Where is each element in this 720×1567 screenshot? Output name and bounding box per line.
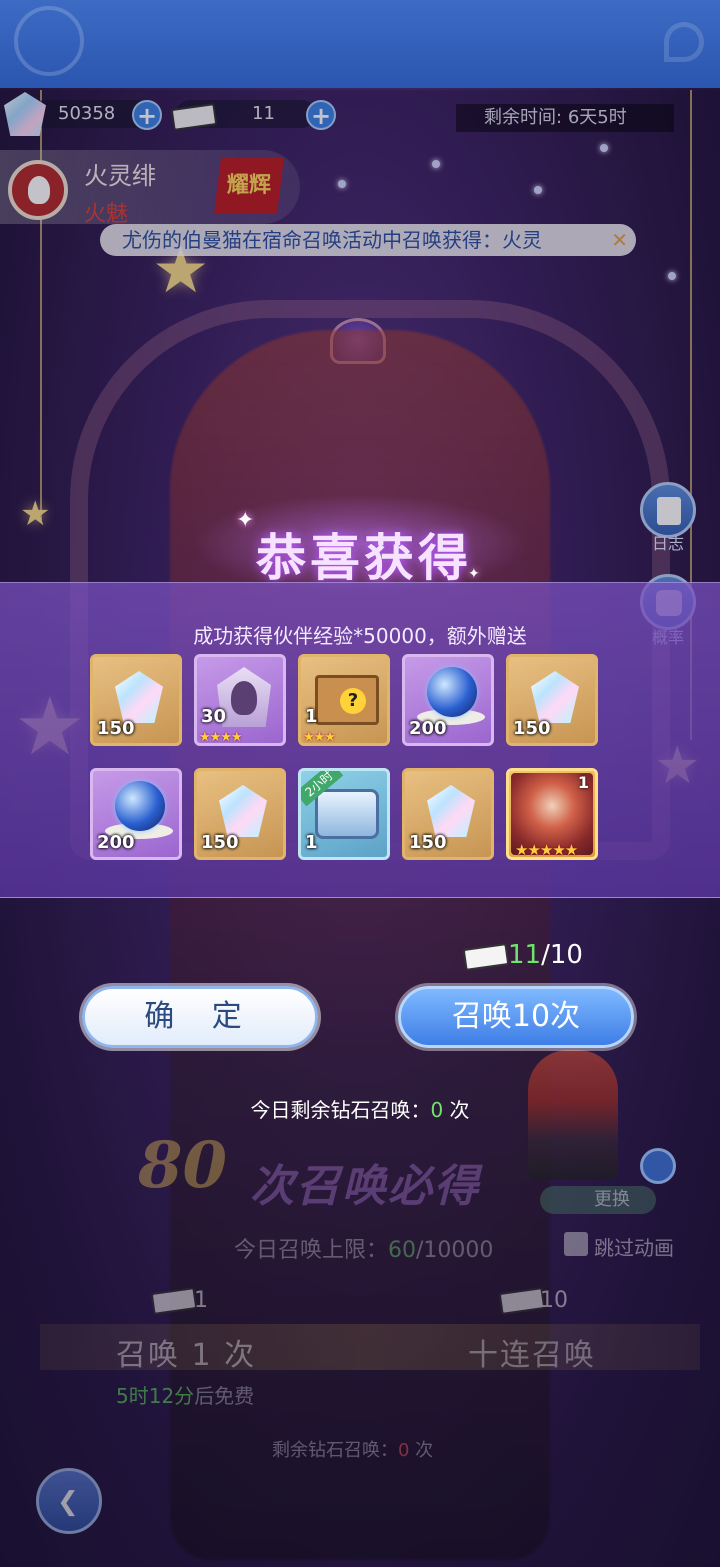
crystal-icon (219, 785, 267, 837)
item-stars: ★★★ (303, 730, 336, 745)
reward-item-crystal[interactable]: 150 (194, 768, 286, 860)
crystal-icon (531, 671, 579, 723)
reward-title: 恭喜获得 (256, 529, 472, 587)
item-stars: ★★★★★ (515, 841, 578, 859)
reward-item-blue-orb[interactable]: 200 (402, 654, 494, 746)
today-diamond-summons: 今日剩余钻石召唤：0 次 (0, 1094, 720, 1123)
today-diamond-label: 今日剩余钻石召唤： (250, 1098, 431, 1122)
swirl-decoration-icon (664, 22, 704, 62)
ticket-have: 11 (508, 940, 542, 970)
reward-item-blue-orb[interactable]: 200 (90, 768, 182, 860)
item-qty: 150 (97, 718, 135, 739)
today-diamond-unit: 次 (443, 1098, 470, 1122)
blue-orb-icon (427, 667, 477, 717)
blue-orb-icon (115, 781, 165, 831)
sparkle-icon: ✦ (236, 508, 255, 533)
reward-item-mystery-chest[interactable]: 1 ★★★ (298, 654, 390, 746)
treasure-chest-icon (315, 789, 379, 839)
reward-message: 成功获得伙伴经验*50000，额外赠送 (193, 624, 527, 648)
item-qty: 150 (409, 832, 447, 853)
reward-item-crystal[interactable]: 150 (90, 654, 182, 746)
item-qty: 200 (409, 718, 447, 739)
item-qty: 200 (97, 832, 135, 853)
item-stars: ★★★★ (199, 730, 243, 745)
ticket-progress: 11/10 (508, 940, 583, 970)
mystery-chest-icon (315, 675, 379, 725)
item-qty: 150 (513, 718, 551, 739)
reward-item-crystal[interactable]: 150 (402, 768, 494, 860)
confirm-button[interactable]: 确 定 (82, 986, 318, 1048)
summon-ten-again-button[interactable]: 召唤10次 (398, 986, 634, 1048)
item-qty: 150 (201, 832, 239, 853)
item-qty: 1 (305, 706, 318, 727)
heart-decoration-icon (14, 6, 84, 76)
ticket-need: /10 (541, 940, 583, 970)
crystal-icon (427, 785, 475, 837)
crystal-icon (115, 671, 163, 723)
item-qty: 1 (577, 773, 589, 792)
reward-item-character[interactable]: 1 ★★★★★ (506, 768, 598, 860)
reward-item-crystal[interactable]: 150 (506, 654, 598, 746)
item-qty: 1 (305, 832, 318, 853)
today-diamond-value: 0 (430, 1098, 444, 1122)
reward-item-timed-chest[interactable]: 2小时 1 (298, 768, 390, 860)
reward-item-hooded-shard[interactable]: 30 ★★★★ (194, 654, 286, 746)
top-banner (0, 0, 720, 88)
summon-screen: ★ ★ ★ ★ 50358 + 11 + 剩余时间: 6天5时 火灵绯 火魅 耀… (0, 0, 720, 1567)
item-qty: 30 (201, 706, 227, 727)
